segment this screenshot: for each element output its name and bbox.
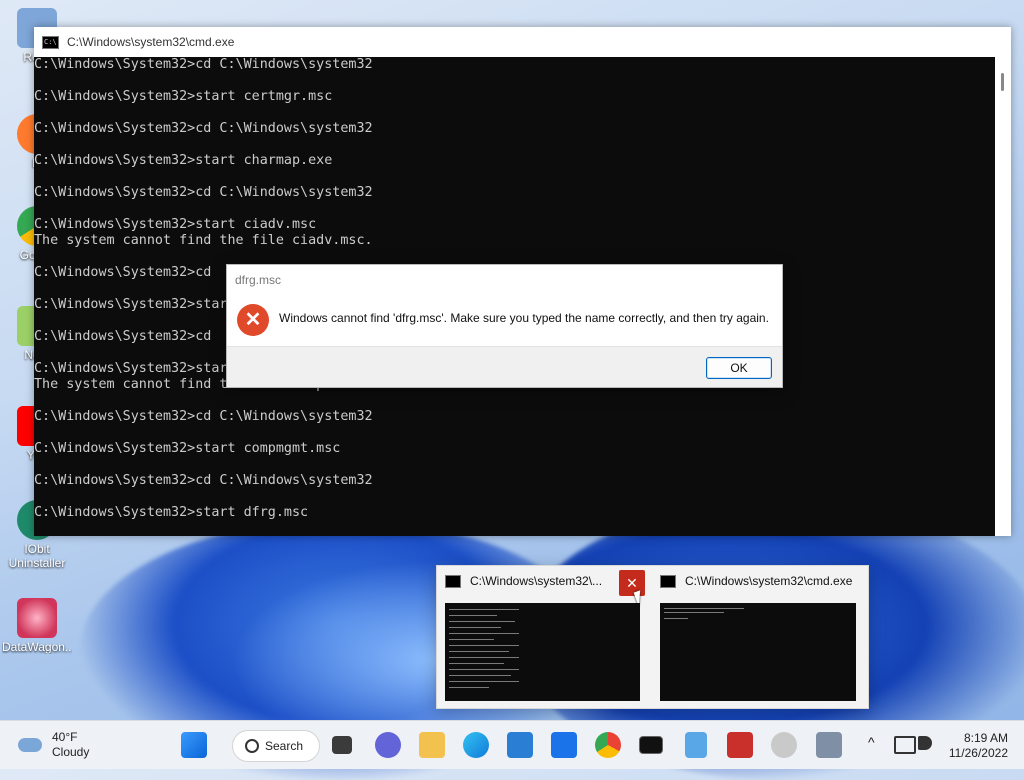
- dialog-message: Windows cannot find 'dfrg.msc'. Make sur…: [279, 311, 769, 325]
- search-icon: [245, 739, 259, 753]
- cmd-output-line: C:\Windows\System32>start ciadv.msc: [34, 217, 317, 232]
- cmd-icon: [660, 574, 676, 588]
- cmd-output-line: [34, 169, 995, 185]
- thumbnail-title-2: C:\Windows\system32\cmd.exe: [685, 574, 853, 588]
- cmd-icon: C:\: [42, 35, 59, 49]
- dialog-footer: OK: [227, 346, 782, 387]
- cloud-icon: [18, 738, 42, 752]
- chat-icon[interactable]: [375, 732, 401, 758]
- ok-button[interactable]: OK: [706, 357, 772, 379]
- thumbnail-preview-2: [660, 603, 856, 701]
- thumbnail-title-1: C:\Windows\system32\...: [470, 574, 603, 588]
- cmd-taskbar-icon[interactable]: [639, 736, 663, 754]
- desktop-icon-datawagon[interactable]: DataWagon...: [2, 598, 72, 654]
- datawagon-icon: [17, 598, 57, 638]
- weather-widget[interactable]: 40°F Cloudy: [18, 730, 89, 760]
- edge-icon[interactable]: [463, 732, 489, 758]
- taskbar-thumbnail-popup: C:\Windows\system32\... ✕ C:\Windows\sys…: [436, 565, 869, 709]
- cmd-output-line: C:\Windows\System32>cd C:\Windows\system…: [34, 185, 373, 200]
- weather-description: Cloudy: [52, 745, 90, 759]
- store-icon[interactable]: [507, 732, 533, 758]
- toolbox-taskbar-icon[interactable]: [727, 732, 753, 758]
- cmd-output-line: The system cannot find the file ciadv.ms…: [34, 233, 373, 248]
- thumbnail-card-2[interactable]: C:\Windows\system32\cmd.exe: [652, 566, 866, 708]
- cmd-output-line: C:\Windows\System32>start charmap.exe: [34, 153, 333, 168]
- cmd-output-line: C:\Windows\System32>start certmgr.msc: [34, 89, 333, 104]
- clock-time: 8:19 AM: [963, 731, 1008, 745]
- weather-temperature: 40°F: [52, 730, 78, 744]
- thumbnail-preview-1: [445, 603, 640, 701]
- cmd-scrollbar-thumb[interactable]: [1001, 73, 1004, 91]
- cmd-output-line: C:\Windows\System32>start dfrg.msc: [34, 505, 309, 520]
- search-label: Search: [265, 739, 304, 753]
- cmd-output-line: [34, 457, 995, 473]
- cmd-output-line: [34, 393, 995, 409]
- clock[interactable]: 8:19 AM 11/26/2022: [946, 731, 1008, 761]
- chrome-taskbar-icon[interactable]: [595, 732, 621, 758]
- file-explorer-icon[interactable]: [419, 732, 445, 758]
- error-icon: ✕: [237, 304, 269, 336]
- cmd-output-line: [34, 201, 995, 217]
- thumbnail-card-1[interactable]: C:\Windows\system32\... ✕: [437, 566, 649, 708]
- cmd-output-line: [34, 137, 995, 153]
- clock-date: 11/26/2022: [948, 746, 1008, 760]
- chevron-up-icon[interactable]: ^: [868, 734, 875, 750]
- dialog-title: dfrg.msc: [235, 273, 282, 287]
- cmd-scrollbar[interactable]: [995, 57, 1011, 536]
- defender-icon[interactable]: [551, 732, 577, 758]
- cmd-title-text: C:\Windows\system32\cmd.exe: [67, 35, 235, 49]
- cmd-titlebar[interactable]: C:\ C:\Windows\system32\cmd.exe: [34, 27, 1011, 57]
- task-view-button[interactable]: [332, 736, 352, 754]
- cmd-output-line: C:\Windows\System32>cd C:\Windows\system…: [34, 121, 373, 136]
- cmd-output-line: [34, 249, 995, 265]
- cmd-output-line: [34, 489, 995, 505]
- cmd-output-line: C:\Windows\System32>cd C:\Windows\system…: [34, 409, 373, 424]
- search-button[interactable]: Search: [232, 730, 320, 762]
- error-dialog[interactable]: dfrg.msc ✕ Windows cannot find 'dfrg.msc…: [226, 264, 783, 388]
- volume-icon[interactable]: [918, 736, 932, 750]
- notepad-taskbar-icon[interactable]: [685, 732, 707, 758]
- network-app-taskbar-icon[interactable]: [816, 732, 842, 758]
- cmd-output-line: C:\Windows\System32>cd C:\Windows\system…: [34, 57, 373, 72]
- taskbar: 40°F Cloudy Search ^ 8:19 AM 11/26/2022: [0, 720, 1024, 769]
- cmd-output-line: [34, 73, 995, 89]
- start-button[interactable]: [181, 732, 207, 758]
- network-icon[interactable]: [894, 736, 916, 754]
- cmd-icon: [445, 574, 461, 588]
- cmd-output-line: C:\Windows\System32>start compmgmt.msc: [34, 441, 341, 456]
- cmd-output-line: [34, 425, 995, 441]
- xp-taskbar-icon[interactable]: [771, 732, 797, 758]
- cmd-output-line: C:\Windows\System32>cd C:\Windows\system…: [34, 473, 373, 488]
- cmd-output-line: [34, 105, 995, 121]
